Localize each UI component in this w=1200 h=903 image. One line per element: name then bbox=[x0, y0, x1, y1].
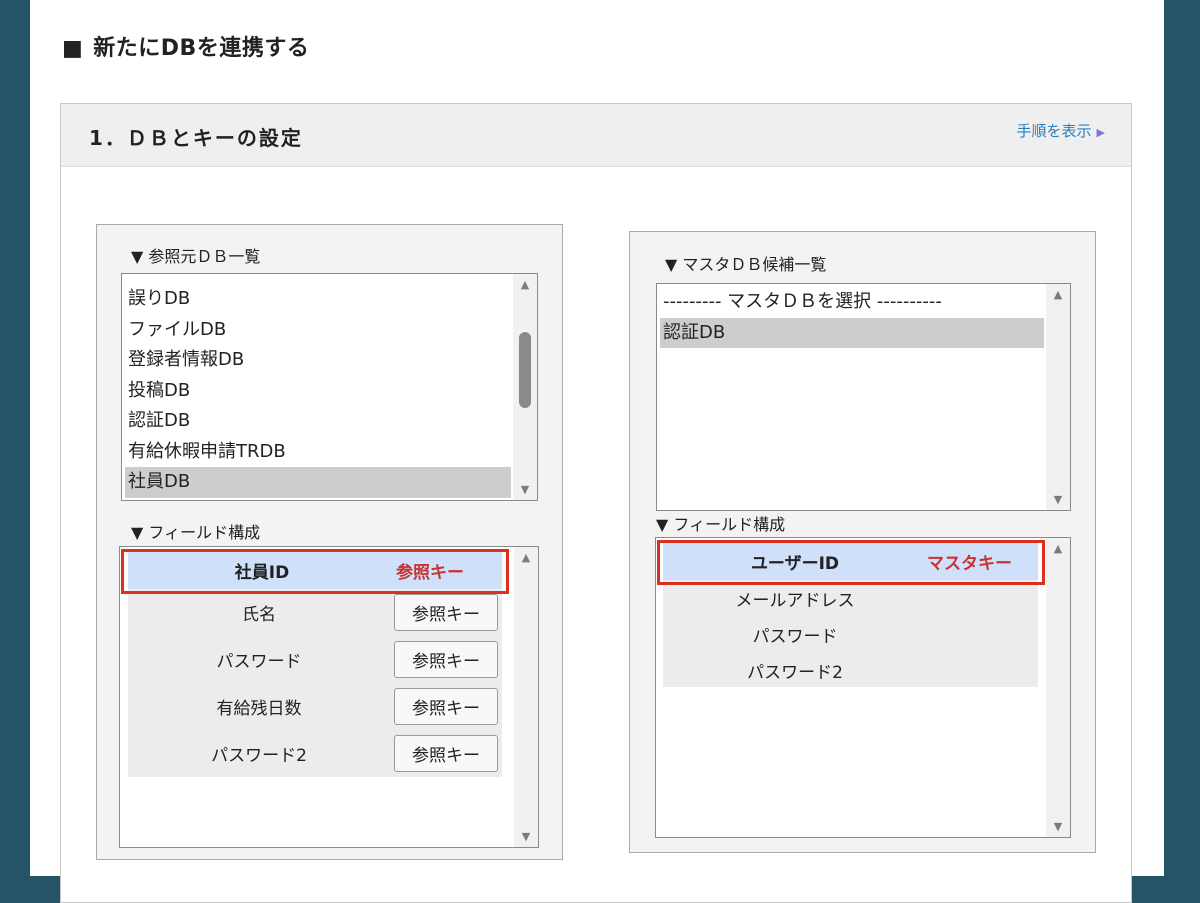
field-name: ユーザーID bbox=[750, 553, 840, 574]
field-name: 有給残日数 bbox=[216, 699, 302, 719]
master-field-listbox: ▲ ▼ ユーザーID マスタキーメールアドレス パスワードパスワード2 bbox=[655, 537, 1071, 838]
db-option[interactable]: 誤りDB bbox=[125, 284, 511, 315]
field-name: パスワード bbox=[216, 652, 302, 672]
reference-field-table: 社員ID 参照キー 氏名 参照キー パスワード 参照キー 有給残日数 参照キー パスワード2 参照… bbox=[121, 549, 509, 777]
reference-db-panel: ▼ 参照元ＤＢ一覧 誤りDB ファイルDB 登録者情報DB 投稿DB 認証DB 有給休暇申… bbox=[96, 224, 563, 860]
set-reference-key-button[interactable]: 参照キー bbox=[394, 688, 498, 725]
field-name: 氏名 bbox=[242, 605, 276, 625]
field-name: パスワード2 bbox=[211, 746, 307, 766]
master-db-scrollbar[interactable]: ▲ ▼ bbox=[1046, 284, 1070, 510]
square-bullet-icon: ■ bbox=[62, 36, 84, 61]
set-reference-key-button[interactable]: 参照キー bbox=[394, 641, 498, 678]
reference-field-scrollbar[interactable]: ▲ ▼ bbox=[514, 547, 538, 847]
field-name: パスワード bbox=[752, 626, 838, 647]
master-db-panel: ▼ マスタＤＢ候補一覧 --------- マスタＤＢを選択 ---------… bbox=[629, 231, 1096, 853]
db-option[interactable]: 有給休暇申請TRDB bbox=[125, 437, 511, 468]
db-option[interactable]: 登録者情報DB bbox=[125, 345, 511, 376]
scroll-up-icon[interactable]: ▲ bbox=[514, 551, 538, 564]
field-row: パスワード bbox=[663, 616, 1038, 652]
field-row: 氏名 参照キー bbox=[128, 589, 502, 636]
reference-db-scrollbar[interactable]: ▲ ▼ bbox=[513, 274, 537, 500]
master-field-label: ▼ フィールド構成 bbox=[656, 515, 786, 534]
page: ■ 新たにDBを連携する 1．ＤＢとキーの設定 手順を表示 ▶ ▼ 参照元ＤＢ一覧 … bbox=[30, 0, 1164, 903]
scrollbar-thumb[interactable] bbox=[519, 332, 531, 408]
scroll-down-icon[interactable]: ▼ bbox=[1046, 493, 1070, 506]
field-row: パスワード2 参照キー bbox=[128, 730, 502, 777]
db-option[interactable]: 認証DB bbox=[660, 317, 1044, 348]
section-title: ■ 新たにDBを連携する bbox=[62, 36, 310, 61]
db-option[interactable]: ファイルDB bbox=[125, 315, 511, 346]
scroll-up-icon[interactable]: ▲ bbox=[1046, 542, 1070, 555]
scroll-up-icon[interactable]: ▲ bbox=[513, 278, 537, 291]
master-field-table: ユーザーID マスタキーメールアドレス パスワードパスワード2 bbox=[657, 540, 1045, 688]
master-db-listbox[interactable]: --------- マスタＤＢを選択 ---------- 認証DB ▲ ▼ bbox=[656, 283, 1071, 511]
master-key-field-row: ユーザーID マスタキー bbox=[663, 542, 1038, 580]
master-key-badge: マスタキー bbox=[927, 553, 1012, 574]
reference-field-label: ▼ フィールド構成 bbox=[131, 523, 261, 542]
card-title: 1．ＤＢとキーの設定 bbox=[89, 126, 303, 150]
show-steps-link[interactable]: 手順を表示 ▶ bbox=[1017, 120, 1105, 141]
play-arrow-icon: ▶ bbox=[1096, 126, 1105, 139]
scroll-down-icon[interactable]: ▼ bbox=[1046, 820, 1070, 833]
set-reference-key-button[interactable]: 参照キー bbox=[394, 735, 498, 772]
card-header: 1．ＤＢとキーの設定 手順を表示 ▶ bbox=[61, 104, 1131, 167]
field-row: メールアドレス bbox=[663, 580, 1038, 616]
db-key-settings-card: 1．ＤＢとキーの設定 手順を表示 ▶ ▼ 参照元ＤＢ一覧 誤りDB ファイルDB 登録… bbox=[60, 103, 1132, 903]
master-db-list-label: ▼ マスタＤＢ候補一覧 bbox=[665, 255, 827, 274]
db-option[interactable]: 社員DB bbox=[125, 467, 511, 498]
db-option[interactable]: 投稿DB bbox=[125, 376, 511, 407]
field-name: 社員ID bbox=[234, 562, 290, 583]
scroll-up-icon[interactable]: ▲ bbox=[1046, 288, 1070, 301]
scroll-down-icon[interactable]: ▼ bbox=[514, 830, 538, 843]
field-row: パスワード 参照キー bbox=[128, 636, 502, 683]
master-field-scrollbar[interactable]: ▲ ▼ bbox=[1046, 538, 1070, 837]
field-name: メールアドレス bbox=[735, 590, 855, 611]
reference-key-field-row: 社員ID 参照キー bbox=[128, 551, 502, 589]
field-row: 有給残日数 参照キー bbox=[128, 683, 502, 730]
scroll-down-icon[interactable]: ▼ bbox=[513, 483, 537, 496]
field-row: パスワード2 bbox=[663, 652, 1038, 688]
reference-db-list-label: ▼ 参照元ＤＢ一覧 bbox=[131, 247, 261, 266]
db-option[interactable]: 認証DB bbox=[125, 406, 511, 437]
reference-db-listbox[interactable]: 誤りDB ファイルDB 登録者情報DB 投稿DB 認証DB 有給休暇申請TRDB 社員DB … bbox=[121, 273, 538, 501]
set-reference-key-button[interactable]: 参照キー bbox=[394, 594, 498, 631]
reference-key-badge: 参照キー bbox=[396, 562, 464, 583]
field-name: パスワード2 bbox=[747, 662, 843, 683]
reference-field-listbox: ▲ ▼ 社員ID 参照キー 氏名 参照キー パスワード 参照キー 有給残日数 参照キー パスワー… bbox=[119, 546, 539, 848]
db-option[interactable]: --------- マスタＤＢを選択 ---------- bbox=[660, 287, 1044, 318]
